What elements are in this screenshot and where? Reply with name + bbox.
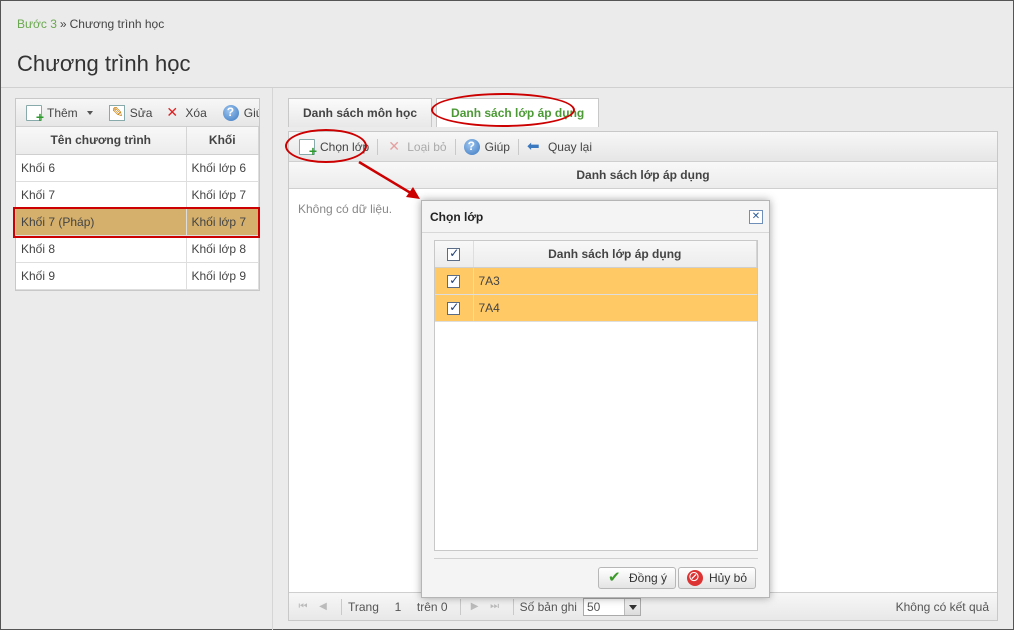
next-page-icon[interactable]: ▶ <box>467 599 483 615</box>
add-label: Thêm <box>47 105 78 120</box>
table-row-selected[interactable]: Khối 7 (Pháp) Khối lớp 7 <box>16 208 259 236</box>
annotation-arrow <box>358 160 420 199</box>
add-icon <box>26 104 44 125</box>
tab-subject-list[interactable]: Danh sách môn học <box>288 98 433 127</box>
row-checkbox[interactable] <box>447 273 461 288</box>
help-label: Giúp <box>243 105 259 120</box>
program-name-cell: Khối 8 <box>16 235 187 263</box>
pager-separator <box>459 598 461 615</box>
choose-class-dialog: Chọn lớp ✕ Danh sách lớp áp dụng 7A3 <box>421 200 770 598</box>
pager-separator <box>512 598 514 615</box>
first-page-icon[interactable]: ⏮ <box>295 599 311 615</box>
app-window: Bước 3» Chương trình học Chương trình học… <box>0 0 1014 630</box>
last-page-icon[interactable]: ⏭ <box>487 599 503 615</box>
table-row[interactable]: Khối 6 Khối lớp 6 <box>16 154 259 182</box>
program-name-cell: Khối 9 <box>16 262 187 290</box>
arrow-left-icon <box>527 137 543 155</box>
help-icon <box>463 138 480 155</box>
prev-page-icon[interactable]: ◀ <box>315 599 331 615</box>
page-label: Trang <box>348 599 379 614</box>
dialog-divider <box>434 558 758 559</box>
panel-divider[interactable] <box>272 88 273 630</box>
remove-label: Loại bỏ <box>407 139 447 154</box>
class-name-cell: 7A3 <box>473 267 757 295</box>
program-list-panel: Thêm Sửa Xóa Giúp Tên chương trình <box>15 98 260 291</box>
toolbar-separator <box>377 138 379 155</box>
tab-applied-class-list[interactable]: Danh sách lớp áp dụng <box>436 98 600 127</box>
dialog-class-list: Danh sách lớp áp dụng 7A3 7A4 <box>434 240 758 551</box>
table-row[interactable]: 7A3 <box>435 267 757 295</box>
checkbox-cell <box>435 267 474 295</box>
records-per-page-select[interactable]: 50 <box>582 597 641 616</box>
help-button[interactable]: Giúp <box>458 136 516 158</box>
table-row[interactable]: Khối 7 Khối lớp 7 <box>16 181 259 209</box>
toolbar-separator <box>454 138 456 155</box>
delete-icon <box>386 138 402 155</box>
breadcrumb-separator: » <box>59 17 67 31</box>
table-row[interactable]: Khối 9 Khối lớp 9 <box>16 262 259 290</box>
page-title: Chương trình học <box>17 51 191 76</box>
cancel-icon <box>687 568 703 586</box>
delete-label: Xóa <box>185 105 207 120</box>
add-icon <box>299 138 317 159</box>
help-icon <box>222 104 239 121</box>
choose-class-label: Chọn lớp <box>320 139 370 154</box>
table-row[interactable]: 7A4 <box>435 294 757 322</box>
back-button[interactable]: Quay lại <box>521 136 598 158</box>
cancel-button[interactable]: Hủy bỏ <box>678 567 757 589</box>
pager-separator <box>341 598 342 615</box>
grade-cell: Khối lớp 7 <box>186 208 259 236</box>
grade-cell: Khối lớp 7 <box>186 181 259 209</box>
choose-class-button[interactable]: Chọn lớp <box>293 136 375 159</box>
tab-bar: Danh sách môn học Danh sách lớp áp dụng <box>288 98 600 127</box>
dialog-title[interactable]: Chọn lớp <box>422 201 769 233</box>
delete-button[interactable]: Xóa <box>158 102 212 124</box>
title-divider <box>1 87 1013 88</box>
column-header-program-name[interactable]: Tên chương trình <box>16 127 187 155</box>
ok-button[interactable]: Đồng ý <box>598 567 677 589</box>
add-button[interactable]: Thêm <box>20 102 99 125</box>
chevron-down-icon[interactable] <box>623 598 640 615</box>
program-name-cell: Khối 7 <box>16 181 187 209</box>
delete-icon <box>164 104 180 121</box>
grade-cell: Khối lớp 8 <box>186 235 259 263</box>
breadcrumb-current: Chương trình học <box>69 17 165 31</box>
row-checkbox[interactable] <box>447 300 461 315</box>
help-button[interactable]: Giúp <box>217 102 259 124</box>
remove-button[interactable]: Loại bỏ <box>380 136 452 158</box>
dialog-class-table: Danh sách lớp áp dụng 7A3 7A4 <box>435 241 757 322</box>
checkbox-cell <box>435 294 474 322</box>
help-label: Giúp <box>484 139 510 154</box>
program-toolbar: Thêm Sửa Xóa Giúp <box>16 99 259 127</box>
records-label: Số bản ghi <box>519 599 577 614</box>
chevron-down-icon[interactable] <box>86 110 93 115</box>
edit-button[interactable]: Sửa <box>103 102 159 124</box>
column-header-grade[interactable]: Khối <box>186 127 259 155</box>
table-row[interactable]: Khối 8 Khối lớp 8 <box>16 235 259 263</box>
back-label: Quay lại <box>547 139 592 154</box>
program-name-cell: Khối 6 <box>16 154 187 182</box>
select-all-checkbox[interactable] <box>447 246 461 261</box>
class-toolbar: Chọn lớp Loại bỏ Giúp Quay lại <box>289 132 997 162</box>
toolbar-separator <box>517 138 519 155</box>
select-all-cell <box>435 241 474 268</box>
breadcrumb-step-link[interactable]: Bước 3 <box>17 17 57 31</box>
class-name-cell: 7A4 <box>473 294 757 322</box>
page-total-label: trên 0 <box>416 599 448 614</box>
no-result-text: Không có kết quả <box>895 599 989 614</box>
page-number-input[interactable]: 1 <box>385 600 411 614</box>
records-per-page-value: 50 <box>586 599 601 614</box>
grade-cell: Khối lớp 6 <box>186 154 259 182</box>
checkmark-icon <box>607 568 623 586</box>
close-icon[interactable]: ✕ <box>749 210 763 224</box>
program-table: Tên chương trình Khối Khối 6 Khối lớp 6 … <box>16 127 259 290</box>
dialog-column-header[interactable]: Danh sách lớp áp dụng <box>473 241 757 268</box>
program-name-cell: Khối 7 (Pháp) <box>16 208 187 236</box>
ok-label: Đồng ý <box>629 571 668 585</box>
edit-label: Sửa <box>129 105 153 120</box>
cancel-label: Hủy bỏ <box>709 571 748 585</box>
edit-icon <box>108 104 125 121</box>
breadcrumb: Bước 3» Chương trình học <box>17 17 164 31</box>
grade-cell: Khối lớp 9 <box>186 262 259 290</box>
